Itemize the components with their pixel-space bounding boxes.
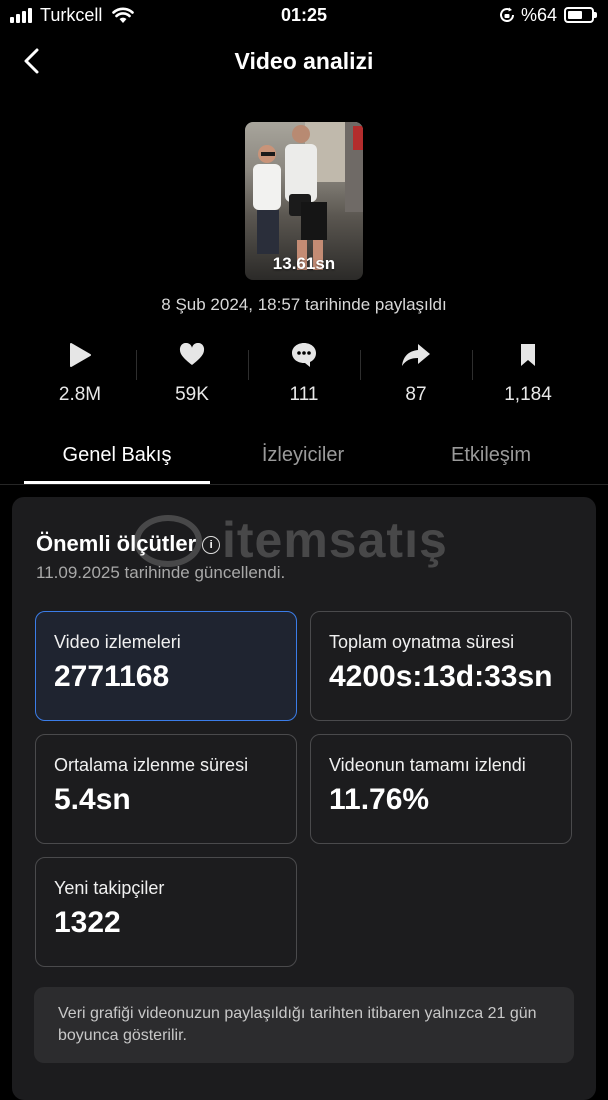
- heart-icon: [179, 343, 205, 365]
- updated-date: 11.09.2025 tarihinde güncellendi.: [36, 563, 286, 582]
- metric-card-video-views[interactable]: Video izlemeleri 2771168: [35, 611, 297, 721]
- posted-date: 8 Şub 2024, 18:57 tarihinde paylaşıldı: [161, 295, 447, 314]
- metric-label: Videonun tamamı izlendi: [329, 755, 526, 775]
- stat-value: 1,184: [504, 384, 552, 405]
- metric-label: Yeni takipçiler: [54, 878, 165, 898]
- page-title: Video analizi: [234, 48, 374, 74]
- stat-value: 111: [289, 384, 319, 405]
- stat-value: 59K: [175, 384, 209, 405]
- stat-value: 87: [405, 384, 427, 405]
- stat-likes: 59K: [136, 340, 248, 412]
- metric-value: 11.76%: [329, 783, 430, 816]
- metric-card-avg-watch-time[interactable]: Ortalama izlenme süresi 5.4sn: [35, 734, 297, 844]
- metric-card-new-followers[interactable]: Yeni takipçiler 1322: [35, 857, 297, 967]
- clock: 01:25: [280, 5, 328, 25]
- share-icon: [402, 344, 430, 366]
- tab-viewers[interactable]: İzleyiciler: [210, 444, 396, 467]
- battery-icon: [564, 7, 597, 23]
- rotation-lock-icon: [500, 7, 514, 22]
- metric-card-total-play-time[interactable]: Toplam oynatma süresi 4200s:13d:33sn: [310, 611, 572, 721]
- metric-value: 1322: [54, 906, 121, 939]
- stat-saves: 1,184: [472, 340, 584, 412]
- section-title: Önemli ölçütler i: [36, 531, 221, 557]
- metric-label: Toplam oynatma süresi: [329, 632, 515, 652]
- metric-card-full-video-watched[interactable]: Videonun tamamı izlendi 11.76%: [310, 734, 572, 844]
- stat-shares: 87: [360, 340, 472, 412]
- bookmark-icon: [521, 344, 535, 366]
- metric-label: Ortalama izlenme süresi: [54, 755, 249, 775]
- play-icon: [70, 343, 91, 367]
- tab-bar: Genel Bakış İzleyiciler Etkileşim: [0, 436, 608, 485]
- metric-label: Video izlemeleri: [54, 632, 181, 652]
- tab-engagement[interactable]: Etkileşim: [398, 444, 584, 467]
- key-metrics-panel: itemsatış Önemli ölçütler i 11.09.2025 ta…: [12, 497, 596, 1100]
- video-thumbnail[interactable]: 13.61sn: [245, 122, 363, 280]
- metric-value: 2771168: [54, 660, 170, 693]
- battery-percent: %64: [521, 5, 558, 25]
- stats-row: 2.8M 59K 111 87 1,184: [24, 340, 584, 412]
- active-tab-indicator: [24, 481, 210, 484]
- info-icon[interactable]: i: [202, 536, 221, 554]
- status-bar: Turkcell 01:25 %64: [0, 0, 608, 32]
- tab-overview[interactable]: Genel Bakış: [24, 444, 210, 467]
- stat-value: 2.8M: [58, 384, 102, 405]
- info-note: Veri grafiği videonuzun paylaşıldığı tar…: [34, 987, 574, 1063]
- stat-comments: 111: [248, 340, 360, 412]
- video-duration: 13.61sn: [272, 254, 336, 273]
- metric-value: 5.4sn: [54, 783, 131, 816]
- metric-value: 4200s:13d:33sn: [329, 660, 553, 693]
- comment-icon: [292, 343, 316, 367]
- stat-views: 2.8M: [24, 340, 136, 412]
